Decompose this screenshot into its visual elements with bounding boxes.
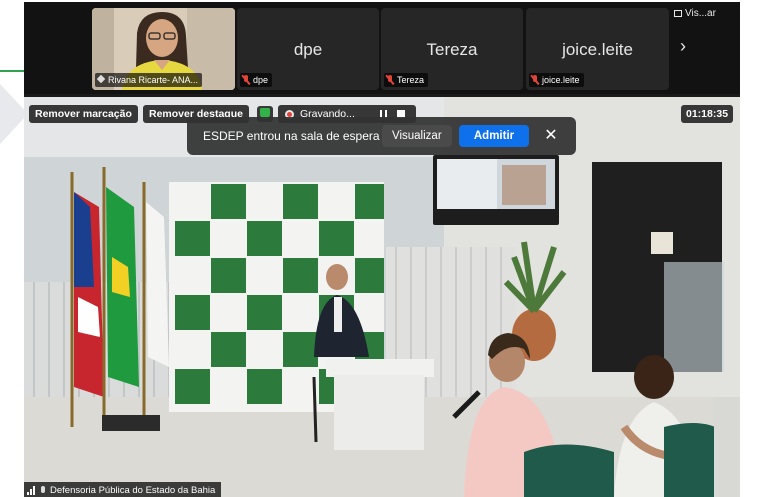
- participant-tile-3[interactable]: Tereza Tereza: [381, 8, 523, 90]
- view-waiting-room-button[interactable]: Visualizar: [382, 125, 452, 147]
- participant-name: dpe: [253, 75, 269, 85]
- active-speaker-name: Defensoria Pública do Estado da Bahia: [50, 485, 216, 496]
- next-page-chevron-icon[interactable]: ›: [680, 36, 686, 57]
- participant-tile-2[interactable]: dpe dpe: [237, 8, 379, 90]
- remove-mark-button[interactable]: Remover marcação: [29, 105, 138, 123]
- participant-display-name: joice.leite: [562, 40, 633, 59]
- mic-icon: [39, 485, 46, 496]
- muted-mic-icon: [386, 75, 394, 85]
- participant-name: joice.leite: [542, 75, 580, 85]
- signal-strength-icon: [27, 486, 35, 495]
- meeting-window: Rivana Ricarte- ANA... dpe dpe Tereza Te…: [24, 2, 740, 497]
- participant-name-tag: Rivana Ricarte- ANA...: [95, 73, 203, 87]
- conference-room-scene: [24, 97, 740, 497]
- participant-name: Rivana Ricarte- ANA...: [108, 75, 199, 85]
- view-toggle-label: Vis...ar: [685, 8, 716, 19]
- participant-display-name: Tereza: [426, 40, 478, 59]
- active-speaker-label: Defensoria Pública do Estado da Bahia: [24, 482, 222, 497]
- meeting-timer: 01:18:35: [681, 105, 734, 123]
- waiting-room-notification: ESDEP entrou na sala de espera Visualiza…: [187, 117, 576, 155]
- admit-button[interactable]: Admitir: [459, 125, 529, 147]
- participant-tile-4[interactable]: joice.leite joice.leite: [526, 8, 669, 90]
- participant-name-tag: joice.leite: [529, 73, 584, 87]
- muted-mic-icon: [531, 75, 539, 85]
- view-toggle-button[interactable]: Vis...ar: [674, 8, 716, 19]
- waiting-room-message: ESDEP entrou na sala de espera: [203, 129, 380, 143]
- participant-name-tag: dpe: [240, 73, 273, 87]
- participant-name-tag: Tereza: [384, 73, 429, 87]
- pin-icon: [97, 75, 105, 85]
- participant-strip: Rivana Ricarte- ANA... dpe dpe Tereza Te…: [24, 2, 740, 94]
- muted-mic-icon: [242, 75, 250, 85]
- participant-display-name: dpe: [293, 40, 323, 59]
- participant-name: Tereza: [397, 75, 425, 85]
- main-video: [24, 97, 740, 497]
- close-icon[interactable]: ✕: [542, 125, 560, 147]
- grid-view-icon: [674, 10, 682, 17]
- participant-tile-1[interactable]: Rivana Ricarte- ANA...: [92, 8, 235, 90]
